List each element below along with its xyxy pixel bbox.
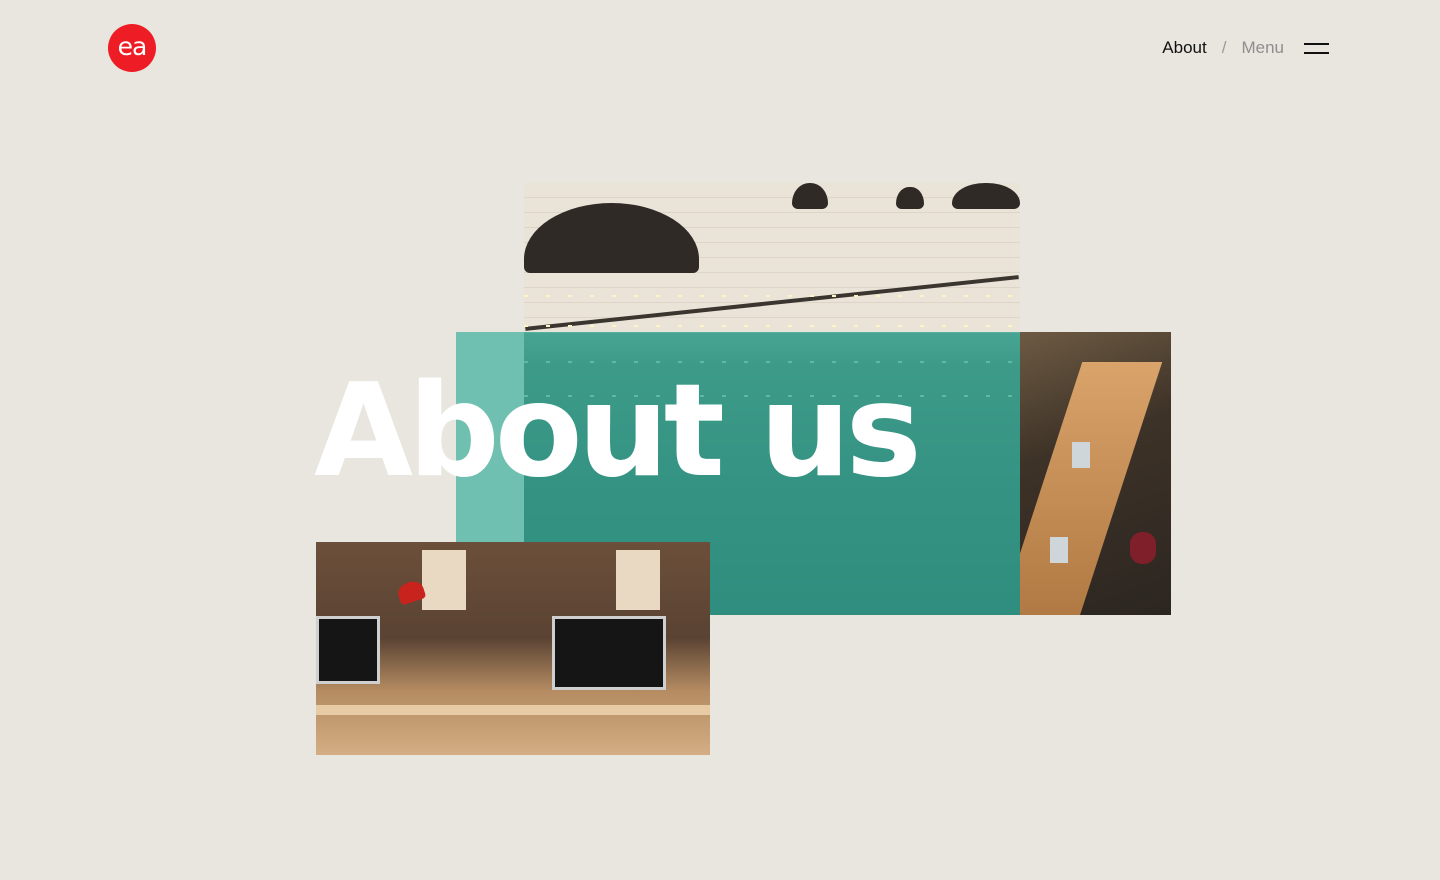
- office-workstations-photo: [316, 542, 710, 755]
- hamburger-line: [1304, 42, 1329, 45]
- top-nav: About / Menu: [1162, 36, 1329, 60]
- menu-link[interactable]: Menu: [1241, 38, 1284, 58]
- desk-monitor: [1072, 442, 1090, 468]
- page-title: About us: [314, 357, 922, 506]
- office-long-desks-photo: [1020, 332, 1171, 615]
- string-lights: [524, 295, 1020, 297]
- imac-monitor: [316, 616, 380, 684]
- desk-monitor: [1050, 537, 1068, 563]
- nav-separator: /: [1221, 38, 1227, 57]
- string-lights: [524, 325, 1020, 327]
- imac-monitor: [552, 616, 666, 690]
- window: [422, 550, 466, 610]
- logo[interactable]: ea: [108, 24, 156, 72]
- nav-current-page: About: [1162, 38, 1207, 57]
- desk-surface: [316, 705, 710, 715]
- hamburger-line: [1304, 51, 1329, 54]
- long-desk: [1020, 362, 1163, 615]
- window: [616, 550, 660, 610]
- logo-text: ea: [117, 32, 148, 61]
- hamburger-icon[interactable]: [1304, 42, 1329, 55]
- office-chair: [1130, 532, 1156, 564]
